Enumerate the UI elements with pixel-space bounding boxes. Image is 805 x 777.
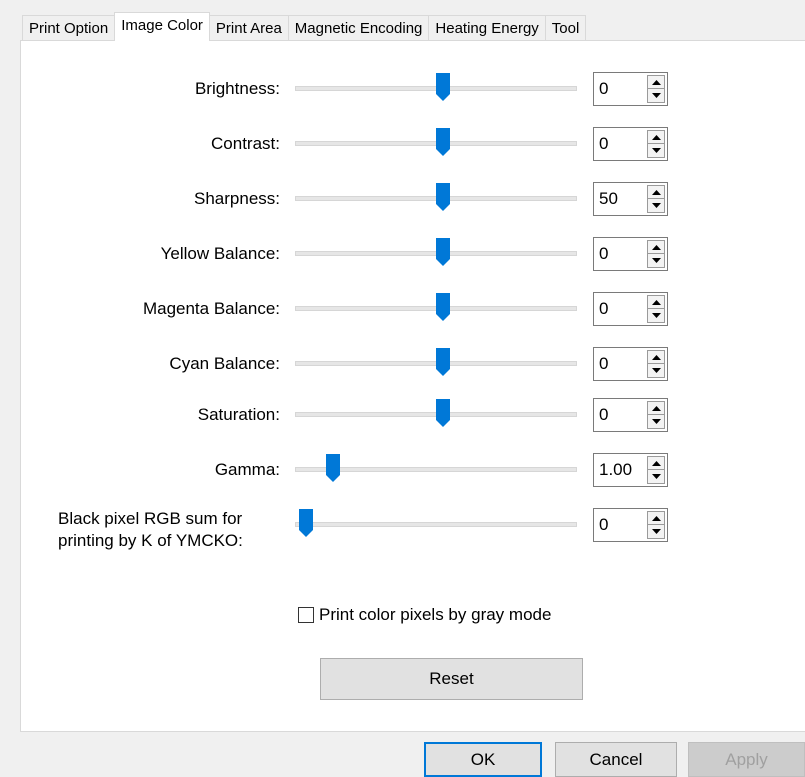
brightness-label: Brightness: [194, 79, 280, 98]
arrow-down-icon [651, 93, 661, 98]
magenta-balance-value[interactable]: 0 [599, 299, 608, 319]
black-pixel-rgb-label-line2: printing by K of YMCKO: [58, 531, 243, 550]
gamma-value[interactable]: 1.00 [599, 460, 632, 480]
contrast-label: Contrast: [211, 134, 280, 153]
gamma-label: Gamma: [214, 460, 280, 479]
yellow-balance-up-button[interactable] [647, 240, 665, 254]
arrow-up-icon [651, 134, 661, 140]
tab-print-area[interactable]: Print Area [209, 15, 288, 40]
tab-heating-energy[interactable]: Heating Energy [428, 15, 545, 40]
magenta-balance-label: Magenta Balance: [142, 299, 280, 318]
gray-mode-checkbox[interactable] [298, 607, 314, 623]
contrast-value[interactable]: 0 [599, 134, 608, 154]
gamma-up-button[interactable] [647, 456, 665, 470]
brightness-row: Brightness: 0 [0, 72, 805, 106]
black-pixel-rgb-row: Black pixel RGB sum for printing by K of… [0, 508, 805, 558]
sharpness-up-button[interactable] [647, 185, 665, 199]
tab-tool[interactable]: Tool [544, 15, 587, 40]
yellow-balance-down-button[interactable] [647, 254, 665, 268]
sharpness-label: Sharpness: [194, 189, 280, 208]
sharpness-down-button[interactable] [647, 199, 665, 213]
arrow-down-icon [651, 148, 661, 153]
magenta-balance-down-button[interactable] [647, 309, 665, 323]
arrow-down-icon [651, 368, 661, 373]
arrow-up-icon [651, 515, 661, 521]
arrow-down-icon [651, 419, 661, 424]
gamma-down-button[interactable] [647, 470, 665, 484]
arrow-up-icon [651, 354, 661, 360]
arrow-up-icon [651, 244, 661, 250]
sharpness-thumb[interactable] [435, 182, 451, 212]
arrow-up-icon [651, 79, 661, 85]
cancel-button[interactable]: Cancel [555, 742, 677, 777]
yellow-balance-label: Yellow Balance: [160, 244, 280, 263]
black-pixel-rgb-label: Black pixel RGB sum for printing by K of… [58, 508, 243, 552]
magenta-balance-up-button[interactable] [647, 295, 665, 309]
magenta-balance-thumb[interactable] [435, 292, 451, 322]
arrow-up-icon [651, 299, 661, 305]
gray-mode-option[interactable]: Print color pixels by gray mode [298, 605, 551, 625]
sharpness-value[interactable]: 50 [599, 189, 618, 209]
black-pixel-rgb-spinbox[interactable]: 0 [593, 508, 668, 542]
cyan-balance-row: Cyan Balance: 0 [0, 347, 805, 381]
black-pixel-rgb-track[interactable] [295, 522, 577, 527]
black-pixel-rgb-thumb[interactable] [298, 508, 314, 538]
arrow-up-icon [651, 189, 661, 195]
saturation-spinbox[interactable]: 0 [593, 398, 668, 432]
brightness-thumb[interactable] [435, 72, 451, 102]
saturation-down-button[interactable] [647, 415, 665, 429]
apply-button[interactable]: Apply [688, 742, 805, 777]
brightness-up-button[interactable] [647, 75, 665, 89]
ok-button[interactable]: OK [424, 742, 542, 777]
tab-image-color[interactable]: Image Color [114, 12, 210, 41]
saturation-value[interactable]: 0 [599, 405, 608, 425]
gamma-thumb[interactable] [325, 453, 341, 483]
contrast-up-button[interactable] [647, 130, 665, 144]
saturation-thumb[interactable] [435, 398, 451, 428]
arrow-up-icon [651, 405, 661, 411]
yellow-balance-spinbox[interactable]: 0 [593, 237, 668, 271]
arrow-down-icon [651, 529, 661, 534]
gray-mode-label[interactable]: Print color pixels by gray mode [319, 605, 551, 625]
arrow-down-icon [651, 258, 661, 263]
brightness-down-button[interactable] [647, 89, 665, 103]
black-pixel-rgb-label-line1: Black pixel RGB sum for [58, 509, 243, 528]
cyan-balance-up-button[interactable] [647, 350, 665, 364]
gamma-row: Gamma: 1.00 [0, 453, 805, 487]
reset-button[interactable]: Reset [320, 658, 583, 700]
brightness-spinbox[interactable]: 0 [593, 72, 668, 106]
saturation-up-button[interactable] [647, 401, 665, 415]
arrow-up-icon [651, 460, 661, 466]
yellow-balance-row: Yellow Balance: 0 [0, 237, 805, 271]
contrast-row: Contrast: 0 [0, 127, 805, 161]
black-pixel-rgb-value[interactable]: 0 [599, 515, 608, 535]
cyan-balance-down-button[interactable] [647, 364, 665, 378]
contrast-down-button[interactable] [647, 144, 665, 158]
arrow-down-icon [651, 474, 661, 479]
sharpness-row: Sharpness: 50 [0, 182, 805, 216]
magenta-balance-spinbox[interactable]: 0 [593, 292, 668, 326]
arrow-down-icon [651, 313, 661, 318]
brightness-value[interactable]: 0 [599, 79, 608, 99]
gamma-spinbox[interactable]: 1.00 [593, 453, 668, 487]
tab-bar: Print Option Image Color Print Area Magn… [22, 12, 587, 41]
contrast-thumb[interactable] [435, 127, 451, 157]
yellow-balance-thumb[interactable] [435, 237, 451, 267]
sharpness-spinbox[interactable]: 50 [593, 182, 668, 216]
magenta-balance-row: Magenta Balance: 0 [0, 292, 805, 326]
cyan-balance-label: Cyan Balance: [169, 354, 280, 373]
arrow-down-icon [651, 203, 661, 208]
cyan-balance-value[interactable]: 0 [599, 354, 608, 374]
tab-magnetic-encoding[interactable]: Magnetic Encoding [287, 15, 429, 40]
saturation-row: Saturation: 0 [0, 398, 805, 432]
yellow-balance-value[interactable]: 0 [599, 244, 608, 264]
cyan-balance-spinbox[interactable]: 0 [593, 347, 668, 381]
contrast-spinbox[interactable]: 0 [593, 127, 668, 161]
black-pixel-rgb-up-button[interactable] [647, 511, 665, 525]
cyan-balance-thumb[interactable] [435, 347, 451, 377]
tab-print-option[interactable]: Print Option [22, 15, 115, 40]
black-pixel-rgb-down-button[interactable] [647, 525, 665, 539]
saturation-label: Saturation: [197, 405, 280, 424]
